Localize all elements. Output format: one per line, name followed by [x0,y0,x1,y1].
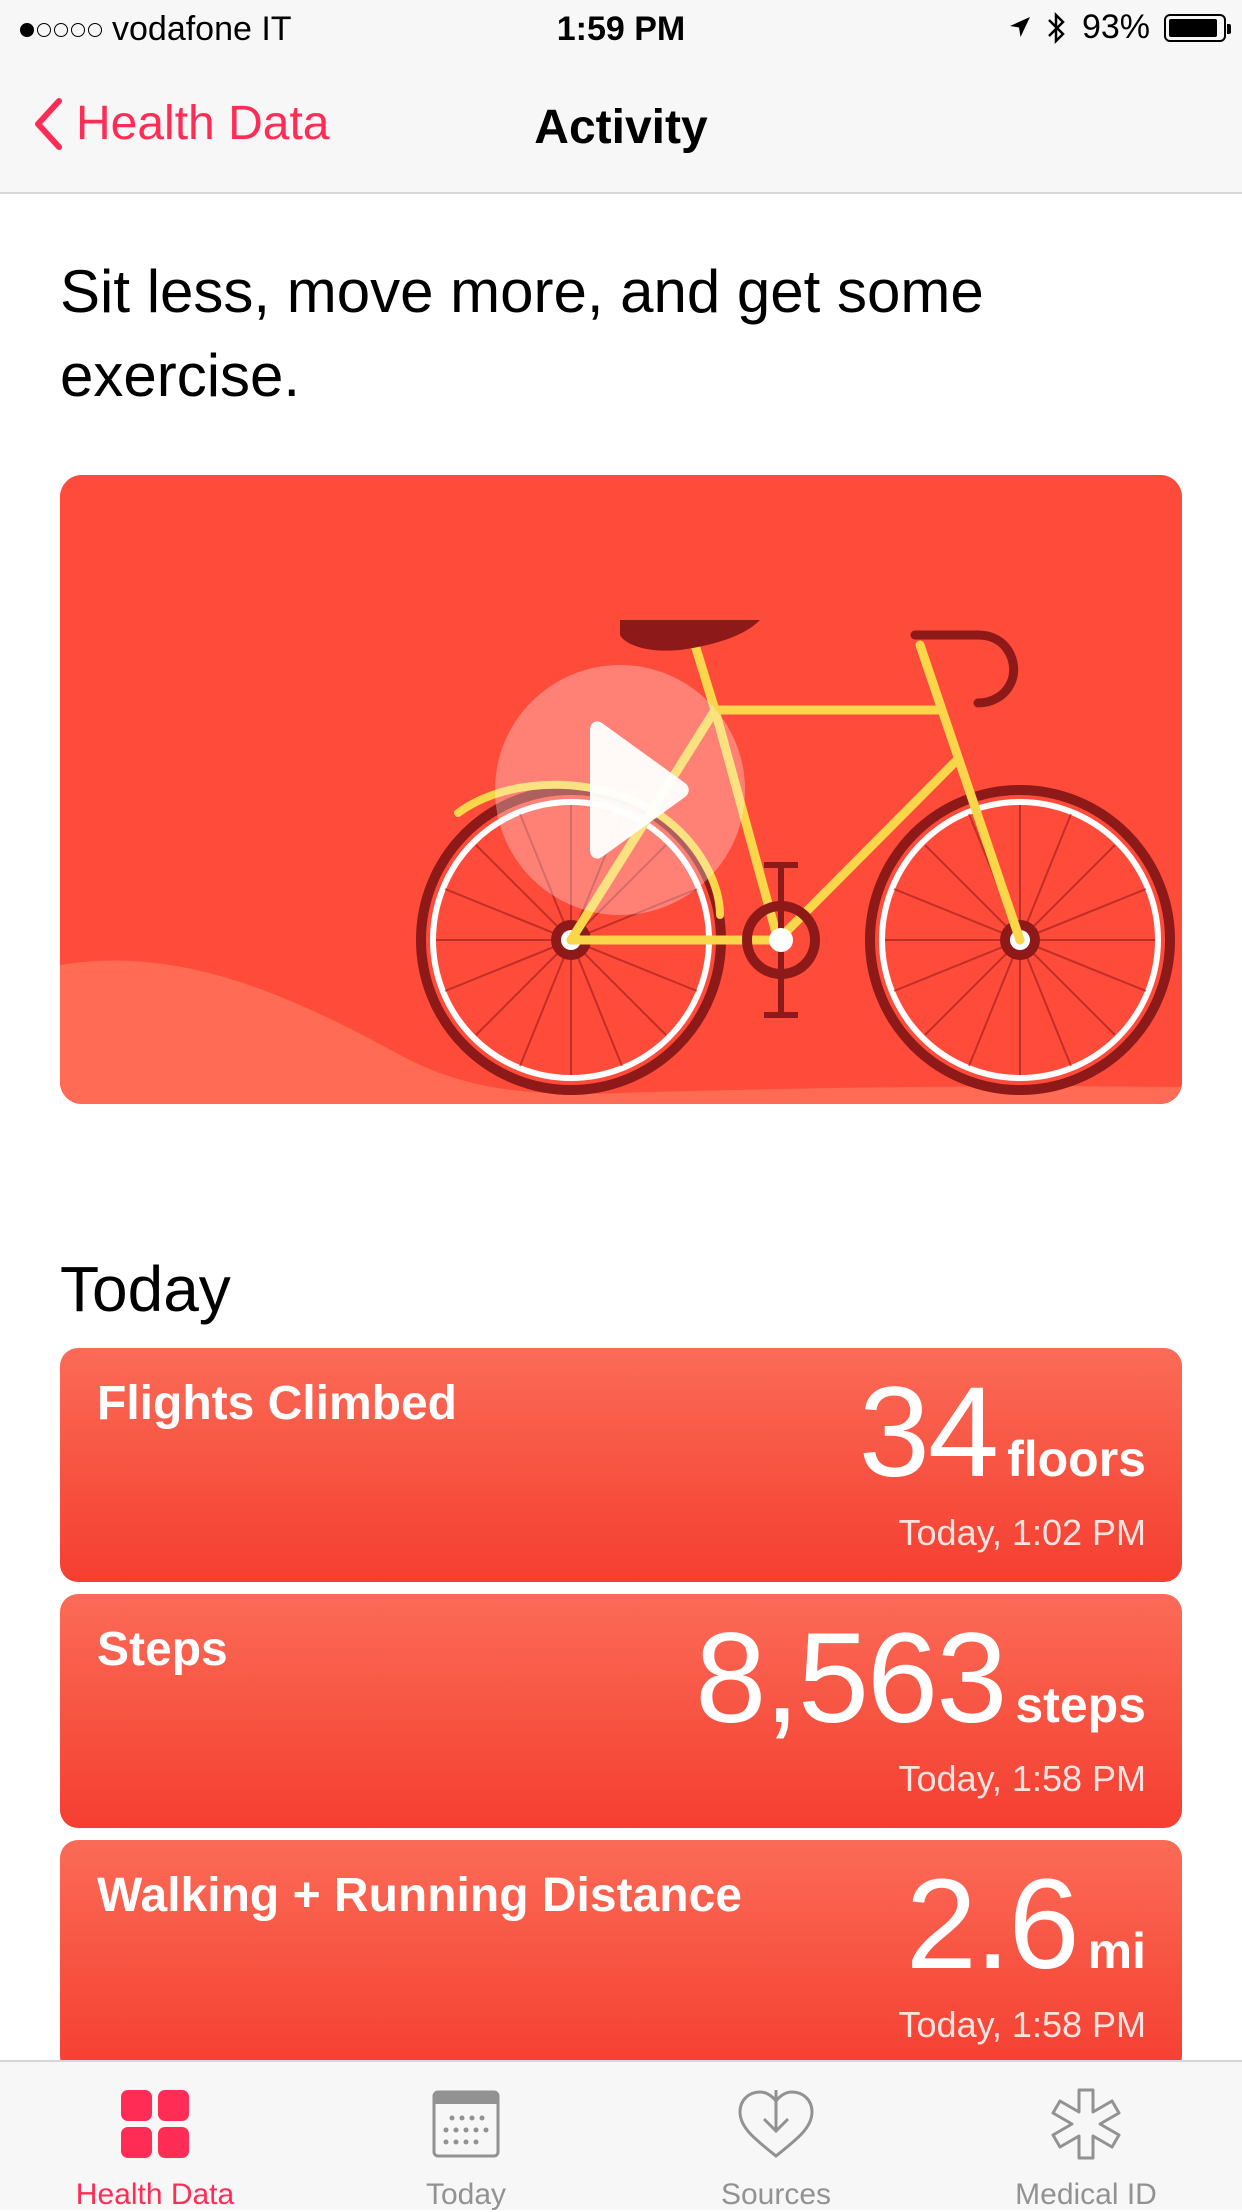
battery-icon [1164,13,1231,42]
walking-running-distance-card[interactable]: Walking + Running Distance 2.6 mi Today,… [60,1840,1182,2074]
play-icon[interactable] [495,665,745,915]
bluetooth-icon [1048,11,1065,44]
card-label: Flights Climbed [97,1377,457,1430]
tab-label: Today [425,2178,507,2211]
today-heading: Today [60,1253,231,1325]
status-right: 93% [1008,8,1231,47]
activity-video-card[interactable] [60,475,1182,1104]
page-title: Activity [534,101,708,154]
card-value-group: 34 floors [859,1368,1146,1498]
heart-download-icon [738,2090,814,2158]
tab-sources[interactable]: Sources [676,2082,876,2212]
card-value-group: 2.6 mi [906,1860,1146,1990]
tab-bar: Health Data Today Sources Medical ID [0,2060,1242,2212]
bicycle-illustration [60,475,1182,1104]
tab-label: Health Data [75,2178,235,2211]
card-unit: mi [1087,1923,1146,1979]
card-timestamp: Today, 1:58 PM [898,1758,1146,1799]
card-unit: steps [1015,1677,1146,1733]
tab-label: Sources [720,2178,832,2211]
steps-card[interactable]: Steps 8,563 steps Today, 1:58 PM [60,1594,1182,1828]
tab-medical-id[interactable]: Medical ID [986,2082,1186,2212]
card-unit: floors [1007,1431,1146,1487]
asterisk-icon [1051,2088,1121,2160]
card-value-group: 8,563 steps [695,1614,1146,1744]
calendar-icon [432,2090,500,2158]
card-label: Steps [97,1623,228,1676]
tab-health-data[interactable]: Health Data [55,2082,255,2212]
intro-text: Sit less, move more, and get some exerci… [60,258,984,409]
flights-climbed-card[interactable]: Flights Climbed 34 floors Today, 1:02 PM [60,1348,1182,1582]
card-value: 34 [858,1361,999,1504]
location-arrow-icon [1009,16,1030,37]
tab-label: Medical ID [1015,2178,1157,2211]
card-timestamp: Today, 1:02 PM [898,1512,1146,1553]
card-value: 8,563 [695,1607,1007,1750]
card-value: 2.6 [905,1853,1080,1996]
status-bar: vodafone IT 1:59 PM 93% [0,0,1242,60]
card-label: Walking + Running Distance [97,1869,742,1922]
grid-icon [121,2090,189,2158]
tab-today[interactable]: Today [366,2082,566,2212]
battery-percentage: 93% [1081,8,1150,46]
card-timestamp: Today, 1:58 PM [898,2004,1146,2045]
navigation-bar: Health Data Activity [0,60,1242,194]
